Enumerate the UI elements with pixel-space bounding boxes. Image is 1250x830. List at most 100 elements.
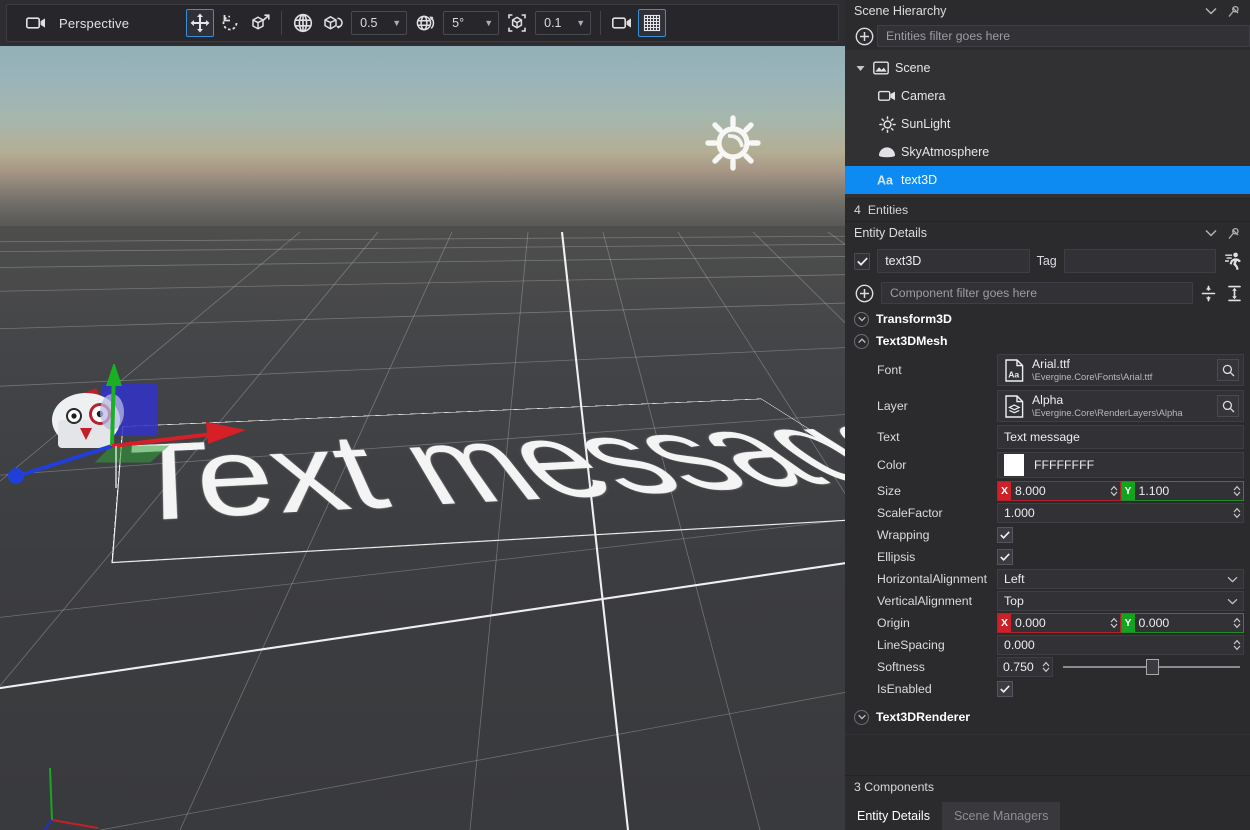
size-y-field[interactable]: Y 1.100 [1121, 481, 1245, 501]
tree-item-text3d[interactable]: Aa text3D [845, 166, 1250, 194]
ellipsis-checkbox[interactable] [997, 549, 1013, 565]
scene-render-area[interactable]: Text message [0, 46, 845, 830]
tree-item-camera[interactable]: Camera [845, 82, 1250, 110]
linespacing-value[interactable]: 0.000 [1004, 638, 1231, 652]
size-x-stepper[interactable] [1108, 482, 1120, 500]
tree-item-sunlight[interactable]: SunLight [845, 110, 1250, 138]
slider-knob[interactable] [1146, 659, 1159, 675]
pin-icon[interactable] [1222, 2, 1244, 20]
origin-y-value[interactable]: 0.000 [1135, 614, 1232, 632]
entity-enabled-checkbox[interactable] [854, 253, 870, 270]
search-icon[interactable] [1217, 395, 1239, 417]
entity-details-panel: Entity Details text3D Tag [845, 221, 1250, 830]
linespacing-stepper[interactable] [1231, 636, 1243, 654]
size-y-value[interactable]: 1.100 [1135, 482, 1232, 500]
origin-y-field[interactable]: Y 0.000 [1121, 613, 1245, 633]
softness-value[interactable]: 0.750 [1003, 660, 1040, 674]
linespacing-field[interactable]: 0.000 [997, 635, 1244, 655]
chevron-down-icon[interactable] [854, 312, 869, 327]
entity-tag-input[interactable] [1064, 249, 1216, 273]
dock-tab-bar[interactable]: Entity Details Scene Managers [845, 798, 1250, 830]
tab-scene-managers[interactable]: Scene Managers [942, 802, 1061, 830]
softness-field[interactable]: 0.750 [997, 657, 1053, 677]
component-name: Text3DRenderer [876, 710, 970, 724]
grid-toggle-button[interactable] [638, 9, 666, 37]
text-value-input[interactable]: Text message [997, 425, 1244, 449]
running-person-icon[interactable] [1223, 252, 1244, 270]
property-row-linespacing: LineSpacing 0.000 [845, 634, 1250, 656]
chevron-up-icon[interactable] [854, 334, 869, 349]
plus-circle-icon[interactable] [851, 25, 877, 47]
property-row-color: Color FFFFFFFF [845, 450, 1250, 480]
translate-snap-value[interactable]: 0.5 ▼ [351, 11, 407, 35]
tree-item-skyatmosphere[interactable]: SkyAtmosphere [845, 138, 1250, 166]
scale-gizmo-button[interactable] [246, 9, 274, 37]
font-asset-field[interactable]: Aa Arial.ttf \Evergine.Core\Fonts\Arial.… [997, 354, 1244, 386]
size-x-value[interactable]: 8.000 [1011, 482, 1108, 500]
component-header-text3drenderer[interactable]: Text3DRenderer [845, 706, 1250, 728]
origin-y-stepper[interactable] [1231, 614, 1243, 632]
collapse-all-icon[interactable] [1197, 282, 1219, 304]
pin-icon[interactable] [1222, 224, 1244, 242]
snap-rotate-button[interactable] [411, 9, 439, 37]
entity-gizmo-group[interactable] [0, 364, 300, 524]
property-label: Font [857, 363, 997, 377]
viewport-toolbar[interactable]: Perspective [6, 4, 839, 42]
scale-snap-value[interactable]: 0.1 ▼ [535, 11, 591, 35]
scene-hierarchy-header: Scene Hierarchy [845, 0, 1250, 22]
softness-slider[interactable] [1063, 657, 1240, 677]
tree-item-scene[interactable]: Scene [845, 54, 1250, 82]
property-row-layer: Layer Alpha [845, 388, 1250, 424]
tree-item-label: Camera [901, 89, 945, 103]
chevron-down-icon[interactable] [1200, 2, 1222, 20]
viewport-3d[interactable]: Text message [0, 0, 845, 830]
scalefactor-field[interactable]: 1.000 [997, 503, 1244, 523]
tree-item-label: SunLight [901, 117, 950, 131]
property-label: Size [857, 484, 997, 498]
chevron-down-icon[interactable] [1200, 224, 1222, 242]
component-filter-input[interactable]: Component filter goes here [881, 282, 1193, 304]
entity-tree[interactable]: Scene Camera [845, 50, 1250, 198]
expand-all-icon[interactable] [1223, 282, 1245, 304]
component-name: Transform3D [876, 312, 952, 326]
wrapping-checkbox[interactable] [997, 527, 1013, 543]
size-x-field[interactable]: X 8.000 [997, 481, 1121, 501]
rotate-gizmo-button[interactable] [216, 9, 244, 37]
chevron-down-icon: ▼ [484, 18, 493, 28]
scalefactor-value[interactable]: 1.000 [1004, 506, 1231, 520]
isenabled-checkbox[interactable] [997, 681, 1013, 697]
origin-x-stepper[interactable] [1108, 614, 1120, 632]
color-swatch[interactable] [1004, 454, 1024, 476]
layer-asset-field[interactable]: Alpha \Evergine.Core\RenderLayers\Alpha [997, 390, 1244, 422]
component-header-text3dmesh[interactable]: Text3DMesh [845, 330, 1250, 352]
camera-icon [23, 16, 49, 30]
translate-gizmo-button[interactable] [186, 9, 214, 37]
snap-translate-button[interactable] [319, 9, 347, 37]
origin-x-field[interactable]: X 0.000 [997, 613, 1121, 633]
horizontalalignment-dropdown[interactable]: Left [997, 569, 1244, 589]
verticalalignment-dropdown[interactable]: Top [997, 591, 1244, 611]
world-space-button[interactable] [289, 9, 317, 37]
color-field[interactable]: FFFFFFFF [997, 452, 1244, 478]
scalefactor-stepper[interactable] [1231, 504, 1243, 522]
camera-settings-button[interactable] [608, 9, 636, 37]
size-y-stepper[interactable] [1231, 482, 1243, 500]
rotate-snap-value[interactable]: 5° ▼ [443, 11, 499, 35]
search-icon[interactable] [1217, 359, 1239, 381]
tree-item-label: text3D [901, 173, 937, 187]
softness-stepper[interactable] [1040, 658, 1052, 676]
sun-light-gizmo-icon[interactable] [700, 110, 766, 176]
tab-entity-details[interactable]: Entity Details [845, 802, 942, 830]
entity-name-input[interactable]: text3D [877, 249, 1029, 273]
component-header-transform3d[interactable]: Transform3D [845, 308, 1250, 330]
chevron-down-icon[interactable] [854, 710, 869, 725]
snap-scale-button[interactable] [503, 9, 531, 37]
origin-x-value[interactable]: 0.000 [1011, 614, 1108, 632]
font-asset-path: \Evergine.Core\Fonts\Arial.ttf [1032, 372, 1211, 382]
chevron-down-icon[interactable] [851, 65, 869, 72]
property-row-softness: Softness 0.750 [845, 656, 1250, 678]
entity-details-title: Entity Details [854, 226, 927, 240]
property-label: LineSpacing [857, 638, 997, 652]
entities-filter-input[interactable]: Entities filter goes here [877, 25, 1250, 47]
plus-circle-icon[interactable] [851, 282, 877, 304]
